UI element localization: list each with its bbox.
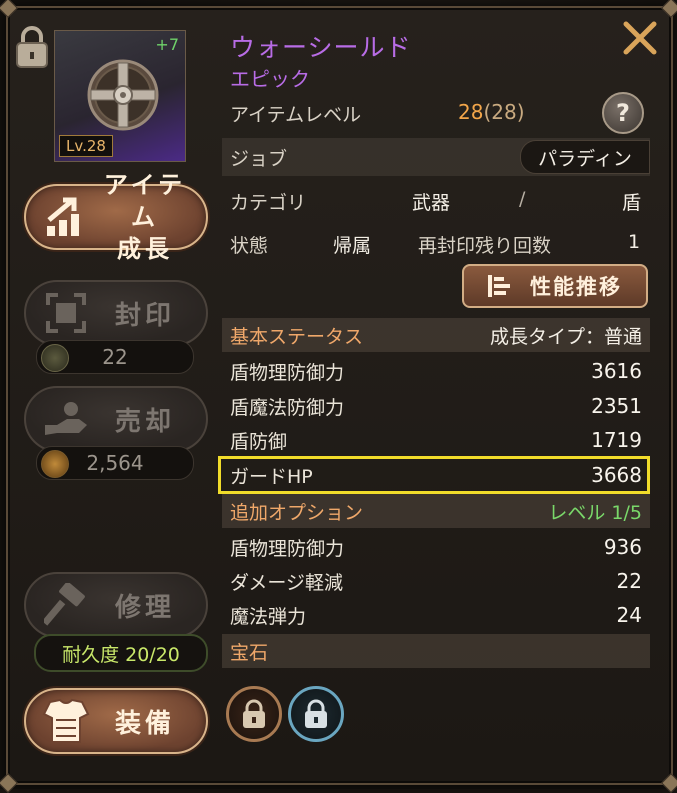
stat-label: ダメージ軽減 xyxy=(230,571,344,594)
category-main: 武器 xyxy=(412,192,451,214)
state-value: 帰属 xyxy=(333,235,372,257)
seal-button[interactable]: 封印 xyxy=(24,280,208,346)
lock-icon xyxy=(243,699,265,728)
item-growth-button[interactable]: アイテム 成長 xyxy=(24,171,208,263)
stat-label: 盾魔法防御力 xyxy=(230,396,345,419)
gem-slot-locked[interactable] xyxy=(288,686,344,742)
item-level-label: アイテムレベル xyxy=(230,104,362,126)
stat-row: 盾物理防御力 936 xyxy=(222,530,650,564)
lock-icon xyxy=(305,699,327,728)
stat-value: 936 xyxy=(603,535,642,559)
basic-status-label: 基本ステータス xyxy=(230,325,364,348)
seal-stone-count: 22 xyxy=(36,340,194,374)
sell-price-value: 2,564 xyxy=(86,451,144,475)
stat-value: 22 xyxy=(616,569,642,593)
repair-label: 修理 xyxy=(114,592,175,623)
stat-row: 魔法弾力 24 xyxy=(222,598,650,632)
growth-label-line2: 成長 xyxy=(117,235,173,263)
seal-count-value: 22 xyxy=(102,345,128,369)
stat-row: ダメージ軽減 22 xyxy=(222,564,650,598)
job-label: ジョブ xyxy=(230,147,288,170)
highlight-box xyxy=(218,456,650,494)
basic-status-header: 基本ステータス 成長タイプ：普通 xyxy=(222,318,650,352)
panel-corner xyxy=(661,773,677,793)
state-label: 状態 xyxy=(230,235,269,257)
sell-button[interactable]: 売却 xyxy=(24,386,208,452)
durability-indicator: 耐久度 20/20 xyxy=(34,634,208,672)
hammer-icon xyxy=(38,577,94,633)
sell-label: 売却 xyxy=(114,406,175,437)
job-row: ジョブ パラディン xyxy=(222,138,650,176)
category-sub: 盾 xyxy=(622,192,642,214)
reseal-label: 再封印残り回数 xyxy=(418,235,552,257)
stat-value: 1719 xyxy=(591,428,642,452)
item-level-base: (28) xyxy=(483,100,525,124)
stat-value: 2351 xyxy=(591,394,642,418)
seal-frame-icon xyxy=(38,285,94,341)
help-button[interactable]: ? xyxy=(602,92,644,134)
equip-button[interactable]: 装備 xyxy=(24,688,208,754)
category-separator: / xyxy=(519,188,526,210)
item-level-number: 28 xyxy=(458,100,484,124)
lock-icon[interactable] xyxy=(14,24,50,70)
extra-option-label: 追加オプション xyxy=(230,501,364,524)
item-level-badge: Lv.28 xyxy=(59,135,113,157)
stat-value: 24 xyxy=(616,603,642,627)
gold-coin-icon xyxy=(41,450,69,478)
gem-slot-locked[interactable] xyxy=(226,686,282,742)
stat-label: 盾防御 xyxy=(230,430,288,453)
stat-label: 盾物理防御力 xyxy=(230,361,345,384)
growth-arrow-icon xyxy=(38,189,94,245)
enhance-level: +7 xyxy=(155,35,179,54)
stat-label: 魔法弾力 xyxy=(230,605,307,628)
item-icon-slot: +7 Lv.28 xyxy=(54,30,186,162)
equip-label: 装備 xyxy=(114,708,175,739)
category-label: カテゴリ xyxy=(230,192,307,214)
stat-row: 盾物理防御力 3616 xyxy=(222,354,650,388)
stat-row: 盾魔法防御力 2351 xyxy=(222,389,650,423)
stat-row: 盾防御 1719 xyxy=(222,423,650,457)
stat-label: 盾物理防御力 xyxy=(230,537,345,560)
job-value: パラディン xyxy=(520,140,650,174)
item-name: ウォーシールド xyxy=(230,33,412,62)
sell-hand-icon xyxy=(38,391,94,447)
close-icon[interactable] xyxy=(620,18,660,58)
seal-stone-icon xyxy=(41,344,69,372)
gem-section-header: 宝石 xyxy=(222,634,650,668)
armor-icon xyxy=(38,693,94,749)
growth-label-line1: アイテム xyxy=(103,171,187,231)
item-level-value: 28(28) xyxy=(458,100,525,124)
item-rarity: エピック xyxy=(230,67,310,91)
seal-label: 封印 xyxy=(114,300,175,331)
performance-transition-button[interactable]: 性能推移 xyxy=(462,264,648,308)
gem-label: 宝石 xyxy=(230,641,269,664)
stat-value: 3616 xyxy=(591,359,642,383)
extra-option-header: 追加オプション レベル 1/5 xyxy=(222,494,650,528)
repair-button[interactable]: 修理 xyxy=(24,572,208,638)
reseal-value: 1 xyxy=(628,231,641,253)
extra-option-level: レベル 1/5 xyxy=(548,501,642,524)
growth-type: 成長タイプ：普通 xyxy=(489,325,642,348)
shield-icon xyxy=(87,59,159,131)
sell-price: 2,564 xyxy=(36,446,194,480)
chart-bars-icon xyxy=(488,275,510,297)
performance-label: 性能推移 xyxy=(530,275,622,299)
